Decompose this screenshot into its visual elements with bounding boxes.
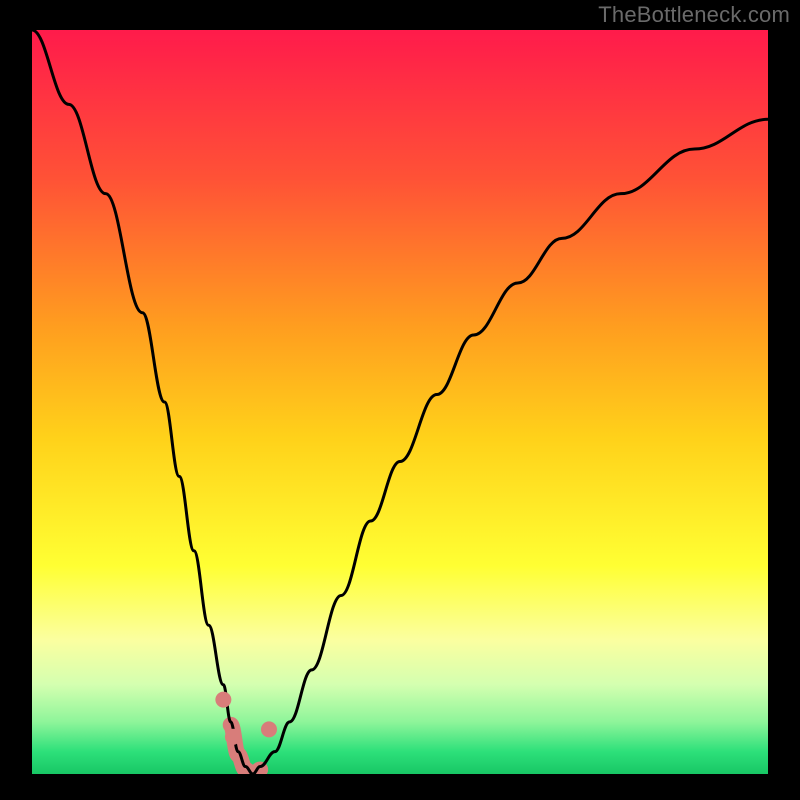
bottleneck-chart [0,0,800,800]
plot-background [32,30,768,774]
chart-frame: TheBottleneck.com [0,0,800,800]
right-dot-1 [261,721,277,737]
left-dot-2 [225,729,241,745]
watermark-text: TheBottleneck.com [598,2,790,28]
left-dot-1 [215,692,231,708]
